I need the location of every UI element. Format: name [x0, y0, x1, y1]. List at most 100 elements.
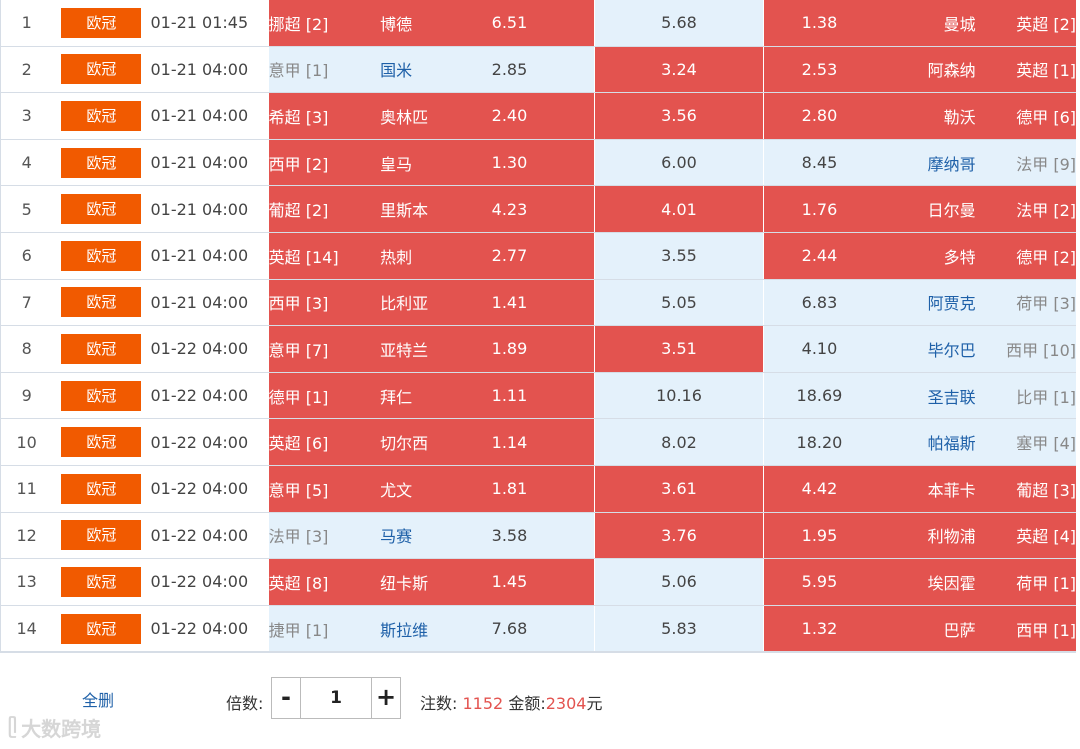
home-rank[interactable]: 德甲 [1]	[268, 372, 381, 420]
away-team[interactable]: 圣吉联	[875, 372, 976, 420]
league-badge[interactable]: 欧冠	[61, 7, 142, 38]
home-win-odds[interactable]: 2.40	[491, 92, 595, 140]
away-rank[interactable]: 英超 [4]	[975, 512, 1076, 560]
away-rank[interactable]: 葡超 [3]	[975, 465, 1076, 513]
draw-odds[interactable]: 3.24	[594, 46, 764, 94]
home-rank[interactable]: 意甲 [1]	[268, 46, 381, 94]
away-win-odds[interactable]: 18.69	[763, 372, 876, 420]
away-team[interactable]: 毕尔巴	[875, 325, 976, 373]
away-rank[interactable]: 英超 [1]	[975, 46, 1076, 94]
home-team[interactable]: 马赛	[380, 512, 492, 560]
home-rank[interactable]: 西甲 [3]	[268, 279, 381, 327]
away-rank[interactable]: 德甲 [2]	[975, 232, 1076, 280]
draw-odds[interactable]: 5.83	[594, 605, 764, 653]
draw-odds[interactable]: 3.56	[594, 92, 764, 140]
home-team[interactable]: 博德	[380, 0, 492, 47]
home-rank[interactable]: 西甲 [2]	[268, 139, 381, 187]
draw-odds[interactable]: 5.05	[594, 279, 764, 327]
draw-odds[interactable]: 3.76	[594, 512, 764, 560]
home-team[interactable]: 尤文	[380, 465, 492, 513]
away-team[interactable]: 巴萨	[875, 605, 976, 653]
draw-odds[interactable]: 6.00	[594, 139, 764, 187]
draw-odds[interactable]: 8.02	[594, 418, 764, 466]
home-team[interactable]: 拜仁	[380, 372, 492, 420]
home-win-odds[interactable]: 4.23	[491, 185, 595, 233]
multiplier-input[interactable]: 1	[301, 677, 371, 719]
multiplier-increase-button[interactable]: +	[371, 677, 401, 719]
league-badge[interactable]: 欧冠	[61, 613, 142, 644]
draw-odds[interactable]: 3.51	[594, 325, 764, 373]
home-team[interactable]: 奥林匹	[380, 92, 492, 140]
home-rank[interactable]: 英超 [8]	[268, 558, 381, 606]
home-win-odds[interactable]: 2.77	[491, 232, 595, 280]
league-badge[interactable]: 欧冠	[61, 427, 142, 458]
home-rank[interactable]: 意甲 [5]	[268, 465, 381, 513]
away-team[interactable]: 利物浦	[875, 512, 976, 560]
away-win-odds[interactable]: 8.45	[763, 139, 876, 187]
away-team[interactable]: 阿贾克	[875, 279, 976, 327]
home-team[interactable]: 切尔西	[380, 418, 492, 466]
league-badge[interactable]: 欧冠	[61, 240, 142, 271]
draw-odds[interactable]: 3.55	[594, 232, 764, 280]
home-rank[interactable]: 意甲 [7]	[268, 325, 381, 373]
home-team[interactable]: 亚特兰	[380, 325, 492, 373]
away-team[interactable]: 勒沃	[875, 92, 976, 140]
league-badge[interactable]: 欧冠	[61, 147, 142, 178]
away-win-odds[interactable]: 2.80	[763, 92, 876, 140]
away-win-odds[interactable]: 2.53	[763, 46, 876, 94]
home-win-odds[interactable]: 7.68	[491, 605, 595, 653]
away-rank[interactable]: 塞甲 [4]	[975, 418, 1076, 466]
away-rank[interactable]: 荷甲 [1]	[975, 558, 1076, 606]
home-team[interactable]: 比利亚	[380, 279, 492, 327]
home-win-odds[interactable]: 1.45	[491, 558, 595, 606]
away-win-odds[interactable]: 1.76	[763, 185, 876, 233]
away-win-odds[interactable]: 4.42	[763, 465, 876, 513]
home-win-odds[interactable]: 3.58	[491, 512, 595, 560]
home-team[interactable]: 纽卡斯	[380, 558, 492, 606]
home-rank[interactable]: 英超 [14]	[268, 232, 381, 280]
away-win-odds[interactable]: 2.44	[763, 232, 876, 280]
league-badge[interactable]: 欧冠	[61, 380, 142, 411]
away-team[interactable]: 阿森纳	[875, 46, 976, 94]
away-rank[interactable]: 德甲 [6]	[975, 92, 1076, 140]
league-badge[interactable]: 欧冠	[61, 566, 142, 597]
away-win-odds[interactable]: 4.10	[763, 325, 876, 373]
away-team[interactable]: 埃因霍	[875, 558, 976, 606]
home-win-odds[interactable]: 1.14	[491, 418, 595, 466]
away-win-odds[interactable]: 1.95	[763, 512, 876, 560]
away-team[interactable]: 帕福斯	[875, 418, 976, 466]
league-badge[interactable]: 欧冠	[61, 520, 142, 551]
away-team[interactable]: 本菲卡	[875, 465, 976, 513]
league-badge[interactable]: 欧冠	[61, 287, 142, 318]
home-rank[interactable]: 法甲 [3]	[268, 512, 381, 560]
away-team[interactable]: 日尔曼	[875, 185, 976, 233]
draw-odds[interactable]: 3.61	[594, 465, 764, 513]
draw-odds[interactable]: 5.68	[594, 0, 764, 47]
home-win-odds[interactable]: 2.85	[491, 46, 595, 94]
away-win-odds[interactable]: 6.83	[763, 279, 876, 327]
away-win-odds[interactable]: 5.95	[763, 558, 876, 606]
away-win-odds[interactable]: 1.32	[763, 605, 876, 653]
away-team[interactable]: 多特	[875, 232, 976, 280]
away-team[interactable]: 摩纳哥	[875, 139, 976, 187]
home-win-odds[interactable]: 6.51	[491, 0, 595, 47]
league-badge[interactable]: 欧冠	[61, 333, 142, 364]
away-win-odds[interactable]: 1.38	[763, 0, 876, 47]
home-rank[interactable]: 英超 [6]	[268, 418, 381, 466]
away-rank[interactable]: 英超 [2]	[975, 0, 1076, 47]
home-team[interactable]: 里斯本	[380, 185, 492, 233]
away-rank[interactable]: 西甲 [1]	[975, 605, 1076, 653]
away-rank[interactable]: 比甲 [1]	[975, 372, 1076, 420]
home-rank[interactable]: 挪超 [2]	[268, 0, 381, 47]
away-rank[interactable]: 法甲 [2]	[975, 185, 1076, 233]
home-rank[interactable]: 希超 [3]	[268, 92, 381, 140]
home-team[interactable]: 斯拉维	[380, 605, 492, 653]
multiplier-decrease-button[interactable]: -	[271, 677, 301, 719]
away-rank[interactable]: 荷甲 [3]	[975, 279, 1076, 327]
league-badge[interactable]: 欧冠	[61, 100, 142, 131]
home-win-odds[interactable]: 1.89	[491, 325, 595, 373]
home-team[interactable]: 热刺	[380, 232, 492, 280]
home-rank[interactable]: 葡超 [2]	[268, 185, 381, 233]
home-team[interactable]: 皇马	[380, 139, 492, 187]
home-win-odds[interactable]: 1.41	[491, 279, 595, 327]
